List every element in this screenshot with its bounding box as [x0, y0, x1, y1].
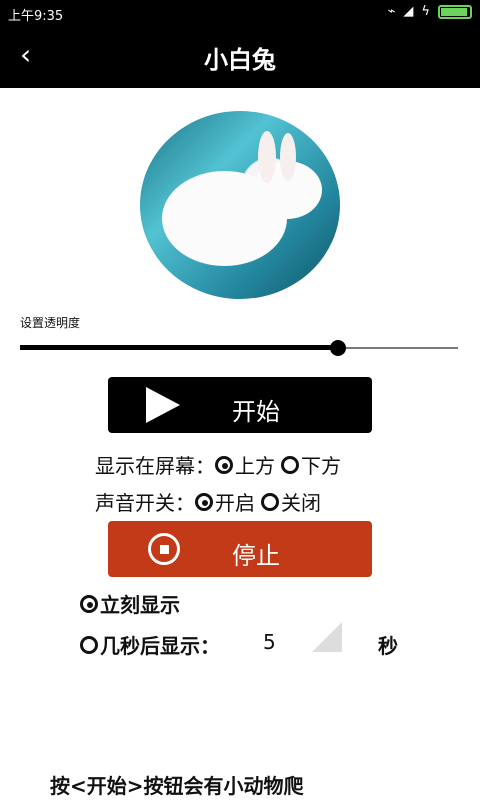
status-icons: ⌁ ◢ ϟ	[388, 4, 472, 19]
rabbit-ear	[258, 131, 276, 183]
rabbit-avatar	[140, 111, 340, 299]
delayed-option-row[interactable]: 几秒后显示：	[80, 630, 220, 659]
signal-icon: ◢	[403, 4, 414, 19]
sound-off-label[interactable]: 关闭	[281, 487, 321, 516]
stop-icon	[148, 533, 180, 565]
radio-bottom[interactable]	[281, 455, 299, 474]
wifi-icon: ⌁	[387, 4, 396, 19]
radio-sound-on[interactable]	[195, 492, 213, 511]
position-option-row: 显示在屏幕： 上方 下方	[95, 450, 341, 479]
radio-sound-off[interactable]	[261, 492, 279, 511]
stop-button[interactable]: 停止	[108, 521, 372, 577]
page-title: 小白兔	[204, 46, 276, 74]
footer-fade	[320, 768, 380, 800]
radio-top[interactable]	[215, 455, 233, 474]
seconds-unit: 秒	[378, 634, 398, 658]
sound-option-label: 声音开关：	[95, 491, 195, 515]
radio-delayed[interactable]	[80, 635, 98, 654]
transparency-label: 设置透明度	[20, 316, 81, 330]
transparency-slider-thumb[interactable]	[330, 340, 346, 356]
start-button-label: 开始	[232, 398, 280, 426]
stop-button-label: 停止	[232, 542, 280, 570]
seconds-spinner-arrow-icon[interactable]	[312, 622, 342, 652]
position-option-label: 显示在屏幕：	[95, 454, 215, 478]
status-bar: 上午9:35 ⌁ ◢ ϟ	[0, 0, 480, 26]
title-bar: ‹ 小白兔	[0, 26, 480, 88]
rabbit-ear	[280, 133, 296, 181]
sound-on-label[interactable]: 开启	[215, 487, 255, 516]
position-bottom-label[interactable]: 下方	[301, 450, 341, 479]
start-button[interactable]: 开始	[108, 377, 372, 433]
battery-icon	[438, 4, 472, 19]
transparency-slider-fill[interactable]	[20, 345, 338, 350]
delayed-label[interactable]: 几秒后显示：	[100, 630, 220, 659]
immediate-label[interactable]: 立刻显示	[100, 589, 180, 618]
radio-immediate[interactable]	[80, 594, 98, 613]
seconds-value[interactable]: 5	[263, 630, 276, 654]
footer-text: 按<开始>按钮会有小动物爬	[50, 774, 304, 798]
status-time: 上午9:35	[8, 9, 64, 24]
immediate-option-row[interactable]: 立刻显示	[80, 589, 180, 618]
play-icon	[146, 387, 180, 423]
charging-icon: ϟ	[421, 4, 430, 19]
sound-option-row: 声音开关： 开启 关闭	[95, 487, 321, 516]
position-top-label[interactable]: 上方	[235, 450, 275, 479]
